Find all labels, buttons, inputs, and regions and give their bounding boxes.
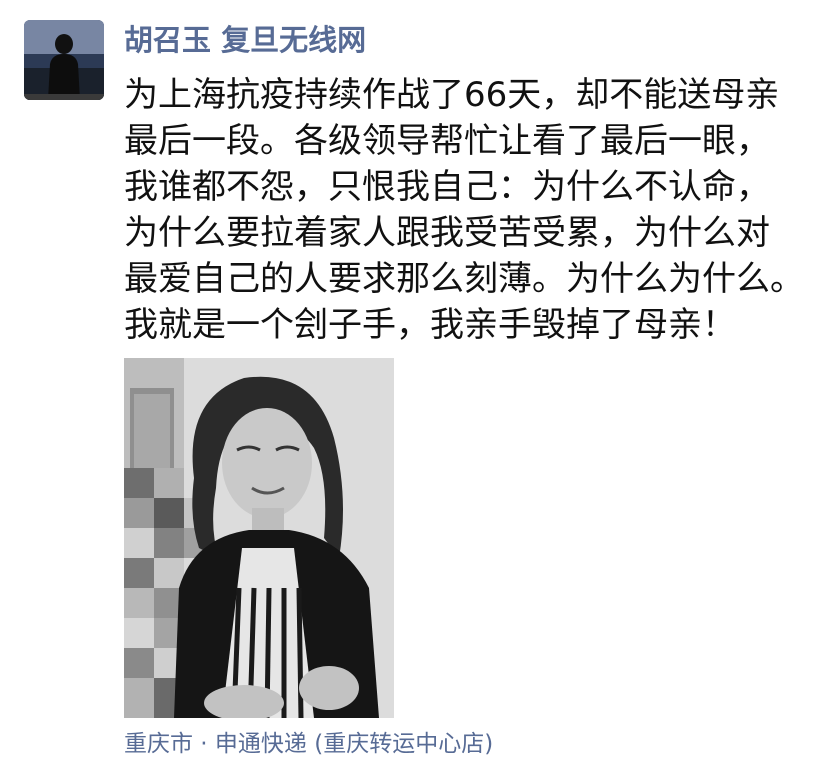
author-name[interactable]: 胡召玉 复旦无线网 xyxy=(124,20,366,60)
post-text: 为上海抗疫持续作战了66天，却不能送母亲 最后一段。各级领导帮忙让看了最后一眼，… xyxy=(124,72,814,348)
location-link[interactable]: 重庆市 · 申通快递 (重庆转运中心店) xyxy=(124,728,493,760)
post-text-line: 我谁都不怨，只恨我自己：为什么不认命， xyxy=(124,167,770,207)
avatar[interactable] xyxy=(24,20,104,100)
post-text-line: 最爱自己的人要求那么刻薄。为什么为什么。 xyxy=(124,259,804,299)
post-text-line: 为上海抗疫持续作战了66天，却不能送母亲 xyxy=(124,75,780,115)
moment-post: 胡召玉 复旦无线网 为上海抗疫持续作战了66天，却不能送母亲 最后一段。各级领导… xyxy=(0,0,828,767)
post-text-line: 我就是一个刽子手，我亲手毁掉了母亲！ xyxy=(124,305,736,345)
post-text-line: 最后一段。各级领导帮忙让看了最后一眼， xyxy=(124,121,770,161)
user-avatar-icon xyxy=(24,20,104,100)
post-photo[interactable] xyxy=(124,358,394,718)
post-text-line: 为什么要拉着家人跟我受苦受累，为什么对 xyxy=(124,213,770,253)
portrait-photo-icon xyxy=(124,358,394,718)
